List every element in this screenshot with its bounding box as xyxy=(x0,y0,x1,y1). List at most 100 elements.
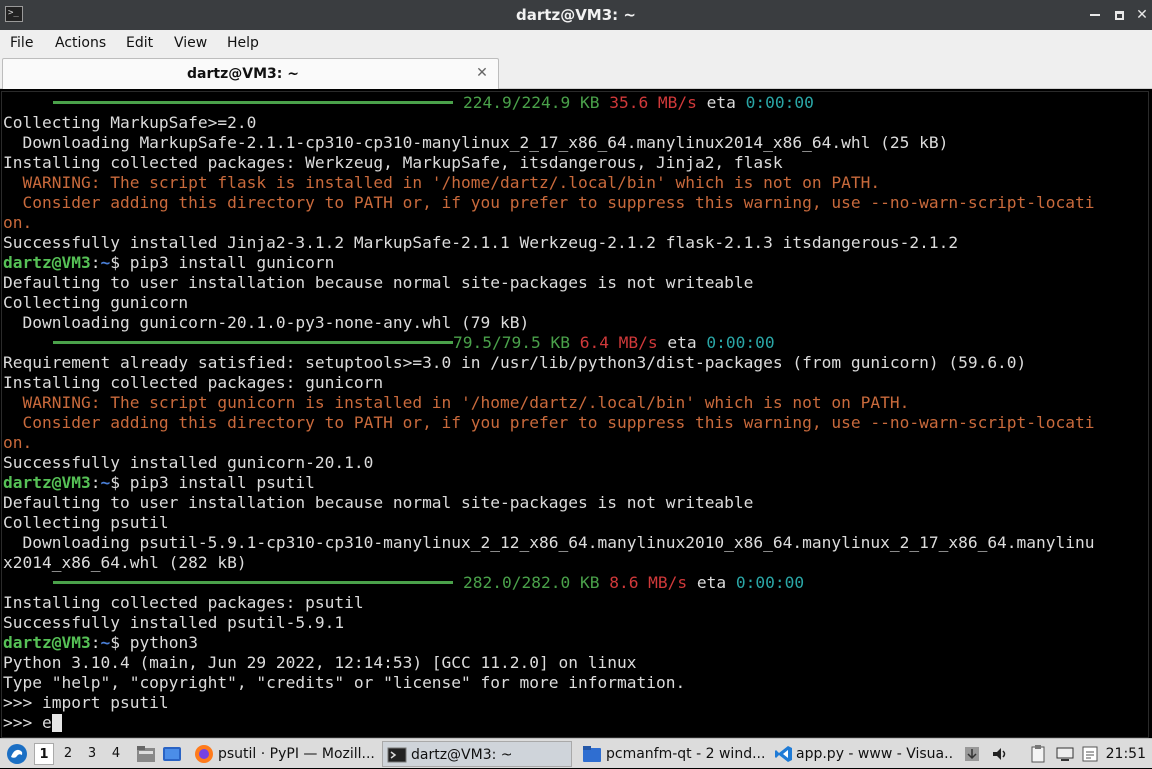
output-line: Defaulting to user installation because … xyxy=(3,273,754,292)
menu-view[interactable]: View xyxy=(174,30,207,56)
progress-size: 224.9/224.9 KB xyxy=(463,93,600,112)
output-line: Installing collected packages: psutil xyxy=(3,593,364,612)
menu-help[interactable]: Help xyxy=(227,30,259,56)
progress-bar xyxy=(53,581,453,584)
command-text: python3 xyxy=(129,633,198,652)
menu-actions[interactable]: Actions xyxy=(55,30,106,56)
task-label: app.py - www - Visua... xyxy=(796,746,954,762)
desktop-icon[interactable] xyxy=(162,744,182,764)
taskbar-clock[interactable]: 21:51 xyxy=(1106,739,1146,769)
network-icon[interactable] xyxy=(1055,744,1075,764)
menu-file[interactable]: File xyxy=(10,30,33,56)
warning-line: WARNING: The script flask is installed i… xyxy=(3,173,881,192)
warning-line: on. xyxy=(3,213,33,232)
window-titlebar[interactable]: >_ dartz@VM3: ~ ✕ xyxy=(0,0,1152,30)
output-line: Downloading gunicorn-20.1.0-py3-none-any… xyxy=(3,313,530,332)
window-title: dartz@VM3: ~ xyxy=(516,6,636,24)
task-label: psutil · PyPI — Mozill... xyxy=(218,746,375,762)
repl-input[interactable]: e xyxy=(42,713,52,732)
tab-label: dartz@VM3: ~ xyxy=(187,66,299,82)
volume-icon[interactable] xyxy=(990,744,1010,764)
minimize-icon xyxy=(1090,14,1100,16)
menu-edit[interactable]: Edit xyxy=(126,30,153,56)
output-line: Requirement already satisfied: setuptool… xyxy=(3,353,1027,372)
output-line: Collecting MarkupSafe>=2.0 xyxy=(3,113,257,132)
notes-icon[interactable] xyxy=(1080,744,1100,764)
update-icon[interactable] xyxy=(962,744,982,764)
progress-line: 282.0/282.0 KB 8.6 MB/s eta 0:00:00 xyxy=(3,573,804,593)
firefox-icon xyxy=(195,745,213,763)
workspace-4[interactable]: 4 xyxy=(106,743,126,765)
output-line: Successfully installed Jinja2-3.1.2 Mark… xyxy=(3,233,959,252)
prompt-sign: $ xyxy=(110,633,130,652)
vscode-icon xyxy=(775,746,792,762)
repl-prompt: >>> xyxy=(3,713,42,732)
terminal-icon xyxy=(387,747,407,763)
text-cursor xyxy=(51,714,62,732)
output-line: Installing collected packages: gunicorn xyxy=(3,373,384,392)
maximize-button[interactable] xyxy=(1109,5,1129,25)
warning-line: WARNING: The script gunicorn is installe… xyxy=(3,393,910,412)
prompt-user: dartz@VM3 xyxy=(3,473,91,492)
progress-size: 282.0/282.0 KB xyxy=(463,573,600,592)
output-line: Defaulting to user installation because … xyxy=(3,493,754,512)
task-vscode[interactable]: app.py - www - Visua... xyxy=(772,741,954,767)
tab-bar: dartz@VM3: ~ ✕ xyxy=(0,56,1152,89)
task-terminal[interactable]: dartz@VM3: ~ xyxy=(382,741,572,767)
progress-eta-label: eta xyxy=(696,573,727,592)
command-text: pip3 install psutil xyxy=(129,473,315,492)
progress-line: 224.9/224.9 KB 35.6 MB/s eta 0:00:00 xyxy=(3,93,814,113)
task-label: dartz@VM3: ~ xyxy=(411,747,513,763)
workspace-2[interactable]: 2 xyxy=(58,743,78,765)
task-firefox[interactable]: psutil · PyPI — Mozill... xyxy=(190,741,376,767)
minimize-button[interactable] xyxy=(1085,5,1105,25)
prompt-colon: : xyxy=(90,253,101,272)
progress-eta: 0:00:00 xyxy=(735,573,805,592)
workspace-1[interactable]: 1 xyxy=(34,743,54,765)
progress-speed: 8.6 MB/s xyxy=(609,573,688,592)
prompt-line: dartz@VM3:~$ pip3 install gunicorn xyxy=(3,253,334,273)
clipboard-icon[interactable] xyxy=(1028,744,1048,764)
progress-eta: 0:00:00 xyxy=(745,93,814,112)
progress-eta-label: eta xyxy=(667,333,697,352)
prompt-dir: ~ xyxy=(100,633,111,652)
output-line: Downloading psutil-5.9.1-cp310-cp310-man… xyxy=(3,533,1095,552)
prompt-line: dartz@VM3:~$ pip3 install psutil xyxy=(3,473,315,493)
output-line: Installing collected packages: Werkzeug,… xyxy=(3,153,783,172)
terminal-tab[interactable]: dartz@VM3: ~ ✕ xyxy=(2,58,499,89)
warning-line: Consider adding this directory to PATH o… xyxy=(3,193,1095,212)
progress-line: 79.5/79.5 KB 6.4 MB/s eta 0:00:00 xyxy=(3,333,775,353)
close-window-button[interactable]: ✕ xyxy=(1132,5,1152,25)
progress-speed: 6.4 MB/s xyxy=(579,333,658,352)
terminal-output[interactable]: 224.9/224.9 KB 35.6 MB/s eta 0:00:00 Col… xyxy=(1,91,1149,738)
start-menu-icon[interactable] xyxy=(6,743,28,765)
output-line: Collecting gunicorn xyxy=(3,293,189,312)
taskbar: 1 2 3 4 psutil · PyPI — Mozill... dartz@… xyxy=(0,738,1152,768)
progress-bar xyxy=(53,341,453,344)
tab-close-icon[interactable]: ✕ xyxy=(474,64,490,82)
workspace-3[interactable]: 3 xyxy=(82,743,102,765)
output-line: >>> import psutil xyxy=(3,693,169,712)
output-line: x2014_x86_64.whl (282 kB) xyxy=(3,553,247,572)
prompt-user: dartz@VM3 xyxy=(3,253,91,272)
close-icon: ✕ xyxy=(1136,7,1148,23)
prompt-dir: ~ xyxy=(100,473,111,492)
output-line: Successfully installed psutil-5.9.1 xyxy=(3,613,345,632)
prompt-colon: : xyxy=(90,633,101,652)
progress-eta-label: eta xyxy=(706,93,736,112)
prompt-dir: ~ xyxy=(100,253,111,272)
output-line: Downloading MarkupSafe-2.1.1-cp310-cp310… xyxy=(3,133,949,152)
prompt-line: dartz@VM3:~$ python3 xyxy=(3,633,198,653)
warning-line: Consider adding this directory to PATH o… xyxy=(3,413,1095,432)
output-line: Python 3.10.4 (main, Jun 29 2022, 12:14:… xyxy=(3,653,637,672)
progress-speed: 35.6 MB/s xyxy=(609,93,697,112)
maximize-icon xyxy=(1114,10,1124,20)
repl-input-line[interactable]: >>> e xyxy=(3,713,62,733)
output-line: Collecting psutil xyxy=(3,513,169,532)
output-line: Type "help", "copyright", "credits" or "… xyxy=(3,673,686,692)
prompt-user: dartz@VM3 xyxy=(3,633,91,652)
file-manager-launcher-icon[interactable] xyxy=(136,744,156,764)
task-pcmanfm[interactable]: pcmanfm-qt - 2 wind... xyxy=(580,741,766,767)
progress-eta: 0:00:00 xyxy=(706,333,775,352)
output-line: Successfully installed gunicorn-20.1.0 xyxy=(3,453,374,472)
